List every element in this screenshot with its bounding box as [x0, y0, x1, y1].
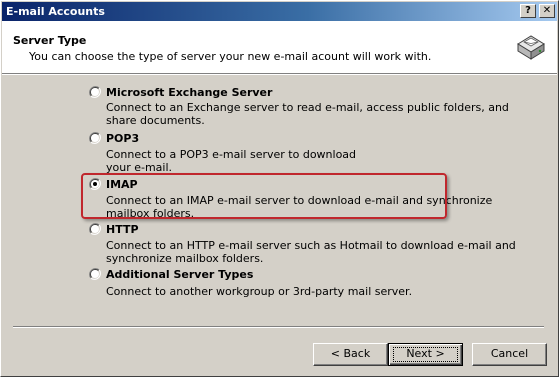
option-title: HTTP [106, 223, 139, 236]
next-button-label: Next > [406, 347, 445, 360]
option-description: Connect to an HTTP e-mail server such as… [106, 239, 516, 252]
option-description: synchronize mailbox folders. [106, 252, 264, 265]
next-button[interactable]: Next > [388, 343, 463, 366]
page-title: Server Type [13, 34, 87, 47]
close-icon: ✕ [542, 5, 552, 16]
email-accounts-dialog: E-mail Accounts ? ✕ Server Type You can … [0, 0, 559, 377]
back-button[interactable]: < Back [313, 343, 388, 366]
mail-server-icon [517, 35, 545, 60]
title-bar[interactable]: E-mail Accounts ? ✕ [2, 2, 557, 21]
option-title: POP3 [106, 132, 140, 145]
highlight-outline [81, 173, 447, 219]
option-description: Connect to an Exchange server to read e-… [106, 101, 509, 114]
help-icon: ? [525, 5, 531, 16]
option-description: Connect to a POP3 e-mail server to downl… [106, 148, 357, 161]
wizard-header: Server Type You can choose the type of s… [2, 21, 557, 73]
page-subtitle: You can choose the type of server your n… [29, 50, 432, 63]
window-title: E-mail Accounts [6, 5, 105, 18]
footer-divider [13, 326, 544, 328]
option-title: Microsoft Exchange Server [106, 86, 273, 99]
option-title: Additional Server Types [106, 268, 254, 281]
option-description: share documents. [106, 114, 205, 127]
help-button[interactable]: ? [520, 4, 536, 18]
option-description: Connect to another workgroup or 3rd-part… [106, 285, 413, 298]
radio-additional[interactable] [89, 268, 101, 280]
radio-http[interactable] [89, 223, 101, 235]
close-button[interactable]: ✕ [539, 4, 555, 18]
radio-pop3[interactable] [89, 132, 101, 144]
header-divider [2, 73, 557, 75]
radio-exchange[interactable] [89, 86, 101, 98]
cancel-button[interactable]: Cancel [472, 343, 547, 366]
